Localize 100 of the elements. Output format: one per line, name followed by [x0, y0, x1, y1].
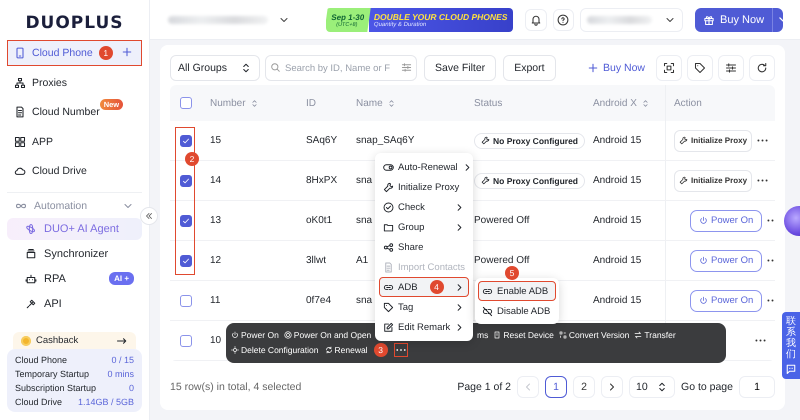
step-number-badge: 5 — [505, 266, 519, 280]
menu-item[interactable]: Enable ADB — [478, 281, 556, 301]
table-cell: Powered Off — [474, 215, 530, 226]
menu-item[interactable]: Tag — [379, 297, 469, 317]
toggle-icon — [383, 162, 394, 172]
checkbox[interactable] — [180, 97, 192, 109]
wrench-icon — [679, 176, 688, 185]
menu-item[interactable]: Share — [379, 237, 469, 257]
checkbox[interactable] — [180, 174, 192, 186]
buy-now-link[interactable]: Buy Now — [586, 62, 651, 74]
bulk-action[interactable]: Convert Version — [558, 330, 630, 340]
menu-item[interactable]: Disable ADB — [478, 301, 556, 321]
table-cell: 14 — [210, 175, 222, 186]
page-button[interactable]: 2 — [573, 376, 596, 398]
page-button[interactable]: 1 — [545, 376, 568, 398]
sidebar-item[interactable]: DUO+ AI Agent — [7, 218, 142, 240]
help-icon — [557, 14, 570, 26]
table-cell: 3llwt — [306, 255, 326, 266]
status-text: No Proxy Configured — [493, 176, 578, 186]
share-icon — [383, 242, 394, 252]
checkbox[interactable] — [180, 134, 192, 146]
network-icon — [14, 76, 26, 88]
sort-icon — [640, 98, 650, 108]
help-button[interactable] — [552, 8, 574, 30]
checkbox[interactable] — [180, 294, 192, 306]
filter-icon — [401, 62, 412, 73]
bulk-action[interactable]: Delete Configuration — [231, 344, 318, 354]
sort-icon — [250, 98, 259, 108]
collapse-sidebar-button[interactable] — [140, 207, 158, 225]
wrench-icon — [481, 176, 490, 185]
table-cell: oK0t1 — [306, 215, 332, 226]
search-field[interactable]: Search by ID, Name or F — [265, 55, 417, 81]
sidebar-item[interactable]: APP — [7, 128, 142, 154]
toolbar-button[interactable]: Save Filter — [424, 55, 496, 81]
power-on-button[interactable]: Power On — [690, 250, 762, 272]
sidebar-item[interactable]: Cloud Drive — [7, 158, 142, 184]
checkbox[interactable] — [180, 254, 192, 266]
sidebar-item[interactable]: Synchronizer — [7, 242, 142, 264]
sliders-button[interactable] — [718, 55, 744, 81]
unlink-icon — [482, 306, 493, 316]
menu-item[interactable]: Edit Remark — [379, 317, 469, 337]
column-header: Name — [356, 98, 383, 108]
menu-item[interactable]: Group — [379, 217, 469, 237]
sidebar-item[interactable]: API — [7, 292, 142, 314]
table-cell: Android 15 — [593, 215, 642, 226]
bulk-action[interactable]: Renewal — [324, 344, 368, 354]
bulk-action[interactable]: Power On — [231, 330, 279, 340]
table-cell: sna — [356, 175, 372, 186]
logo: DUOPLUS — [25, 12, 124, 35]
transfer-icon — [634, 330, 642, 338]
bulk-action[interactable]: ms — [477, 330, 488, 340]
power-icon — [231, 330, 239, 338]
checkbox[interactable] — [180, 214, 192, 226]
page-input[interactable]: 1 — [739, 376, 775, 398]
power-icon — [699, 256, 708, 265]
bulk-action[interactable]: Transfer — [634, 330, 676, 340]
scan-button[interactable] — [656, 55, 682, 81]
stack-icon — [25, 248, 37, 260]
scan-icon — [663, 62, 675, 74]
initialize-proxy-button[interactable]: Initialize Proxy — [674, 170, 752, 192]
checkbox[interactable] — [180, 334, 192, 346]
table-cell: SAq6Y — [306, 135, 338, 146]
stat-value: 0 mins — [107, 368, 134, 378]
convert-icon — [558, 330, 567, 338]
wrench-icon — [481, 136, 490, 145]
cashback-banner[interactable]: Cashback — [13, 332, 136, 349]
initialize-proxy-button[interactable]: Initialize Proxy — [674, 130, 752, 152]
bulk-action[interactable]: Power On and Open — [284, 330, 372, 340]
sidebar-item[interactable]: Proxies — [7, 70, 142, 96]
table-cell: sna — [356, 215, 372, 226]
power-on-button[interactable]: Power On — [690, 210, 762, 232]
table-cell: snap_SAq6Y — [356, 135, 414, 146]
goto-label: Go to page — [681, 381, 733, 393]
menu-item[interactable]: Check — [379, 197, 469, 217]
tag-icon — [694, 62, 706, 74]
refresh-button[interactable] — [749, 55, 775, 81]
page-size-select[interactable]: 10 — [629, 376, 676, 398]
document-icon — [14, 106, 26, 118]
table-cell: 15 — [210, 135, 222, 146]
more-button[interactable] — [394, 342, 408, 356]
table-cell: 8HxPX — [306, 175, 338, 186]
stat-label: Cloud Drive — [15, 396, 62, 406]
power-on-button[interactable]: Power On — [690, 290, 762, 312]
stat-value: 0 — [128, 382, 134, 392]
table-cell: Android 15 — [593, 175, 642, 186]
tag-button[interactable] — [687, 55, 713, 81]
sidebar-item[interactable]: Cloud Phone 1 — [7, 40, 142, 66]
step-number-badge: 2 — [185, 152, 199, 166]
toolbar-button[interactable]: Export — [503, 55, 556, 81]
redacted-text — [587, 16, 652, 24]
ai-badge: AI + — [109, 272, 134, 285]
bulk-action[interactable]: Reset Device — [493, 330, 554, 340]
menu-item[interactable]: Initialize Proxy — [379, 177, 469, 197]
notifications-button[interactable] — [524, 8, 547, 30]
sidebar-item[interactable]: RPA AI + — [7, 268, 142, 290]
menu-item[interactable]: Auto-Renewal — [379, 157, 469, 177]
menu-item[interactable]: ADB 4 — [379, 277, 469, 297]
group-select[interactable]: All Groups — [170, 55, 260, 81]
folder-icon — [383, 222, 394, 232]
contact-tab[interactable]: 联系我们 — [782, 312, 800, 379]
